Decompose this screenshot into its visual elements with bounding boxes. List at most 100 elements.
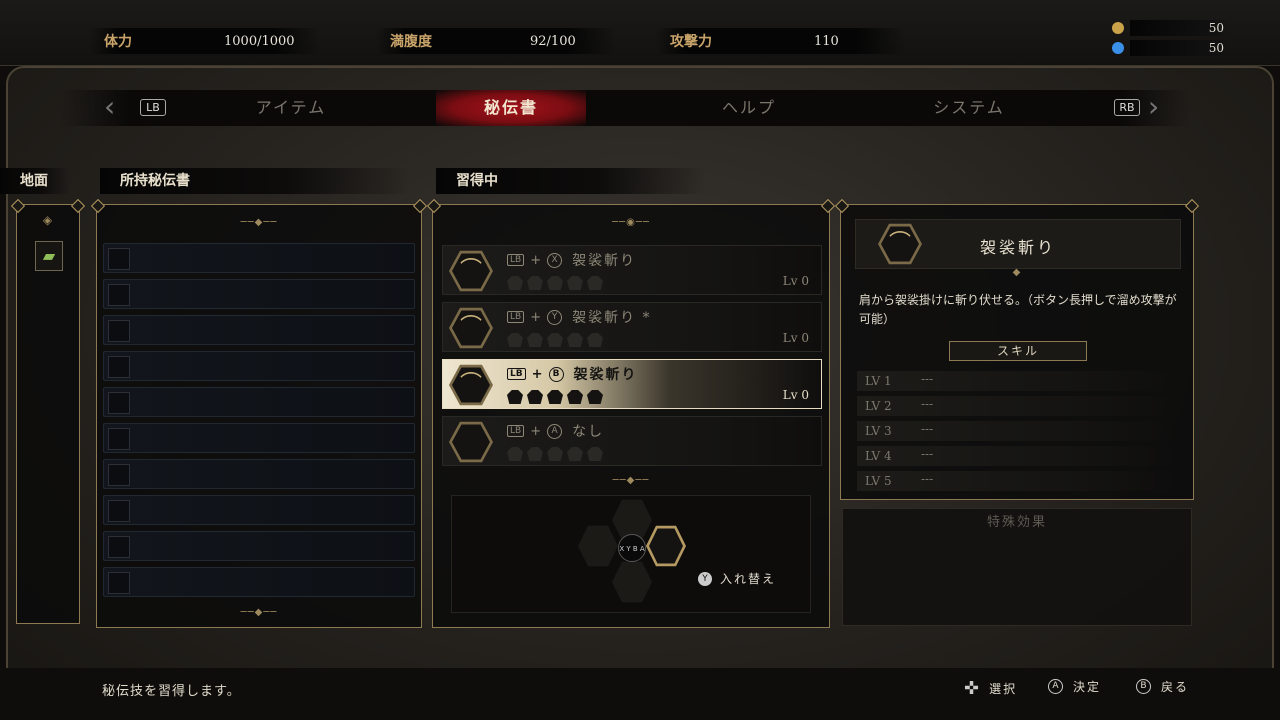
tab-help[interactable]: ヘルプ <box>674 90 824 126</box>
footer-bar: 秘伝技を習得します。 ✜ 選択 A 決定 B 戻る <box>0 668 1280 720</box>
face-buttons-icon: X Y B A <box>618 534 646 562</box>
bottom-ornament-icon: ──◆── <box>240 607 278 618</box>
gold-coin-icon <box>1112 22 1124 34</box>
select-label: 選択 <box>989 682 1018 696</box>
slot-hex-bottom[interactable] <box>612 561 652 603</box>
swap-label: 入れ替え <box>720 572 777 586</box>
spirit-currency: 50 <box>1112 40 1230 56</box>
back-label: 戻る <box>1161 680 1190 694</box>
detail-skill-name: 袈裟斬り <box>979 238 1056 257</box>
skill-name: 袈裟斬り <box>573 367 638 383</box>
b-button-icon: B <box>1136 679 1151 694</box>
plus-sign: + <box>530 309 542 325</box>
diamond-ornament-icon: ◈ <box>42 213 54 227</box>
learning-panel: ──◉── ⌒ LB + X 袈裟斬り Lv 0 ⌒ LB + Y 袈裟斬り * Lv 0 ⌒ LB + B 袈… <box>432 204 830 628</box>
skill-level-pips <box>507 390 603 404</box>
plus-sign: + <box>530 423 542 439</box>
owned-book-slot[interactable] <box>103 531 415 561</box>
select-hint: ✜ 選択 <box>964 678 1017 699</box>
status-bar: 体力 1000/1000 満腹度 92/100 攻撃力 110 50 50 <box>0 0 1280 66</box>
divider-ornament-icon: ──◆── <box>612 475 650 486</box>
slot-icon <box>108 356 130 378</box>
tab-bar: ‹ LB アイテム 秘伝書 ヘルプ システム RB › <box>60 90 1190 126</box>
slot-icon <box>108 536 130 558</box>
gold-value: 50 <box>1130 20 1230 36</box>
attack-label: 攻撃力 <box>670 34 712 50</box>
skill-level-row: LV 1 --- <box>857 371 1177 391</box>
plus-sign: + <box>531 366 543 382</box>
slot-icon <box>108 500 130 522</box>
skill-slot-icon <box>449 421 493 463</box>
ground-header: 地面 <box>0 168 70 194</box>
detail-title-box: ⌒ 袈裟斬り <box>855 219 1181 269</box>
level-label: LV 1 <box>865 374 892 388</box>
owned-book-slot[interactable] <box>103 423 415 453</box>
owned-books-panel: ──◆── ──◆── <box>96 204 422 628</box>
owned-book-slot[interactable] <box>103 495 415 525</box>
learning-skill-row[interactable]: ⌒ LB + B 袈裟斬り Lv 0 <box>442 359 822 409</box>
owned-book-slot[interactable] <box>103 351 415 381</box>
skill-level: Lv 0 <box>782 331 809 345</box>
level-label: LV 2 <box>865 399 892 413</box>
attack-value: 110 <box>814 33 839 49</box>
face-button-icon: B <box>548 366 564 382</box>
crest-ornament-icon: ──◉── <box>612 217 650 228</box>
skill-slot-icon: ⌒ <box>449 250 493 292</box>
rb-button-icon[interactable]: RB <box>1114 99 1140 116</box>
owned-book-slot[interactable] <box>103 279 415 309</box>
learning-skill-row[interactable]: ⌒ LB + X 袈裟斬り Lv 0 <box>442 245 822 295</box>
back-hint[interactable]: B 戻る <box>1136 678 1189 695</box>
hp-label: 体力 <box>104 34 132 50</box>
tab-system[interactable]: システム <box>894 90 1044 126</box>
confirm-hint[interactable]: A 決定 <box>1048 678 1101 695</box>
owned-book-slot[interactable] <box>103 243 415 273</box>
skill-level-row: LV 4 --- <box>857 446 1177 466</box>
learning-skill-row[interactable]: ⌒ LB + Y 袈裟斬り * Lv 0 <box>442 302 822 352</box>
gold-currency: 50 <box>1112 20 1230 36</box>
plus-sign: + <box>530 252 542 268</box>
lb-button-icon: LB <box>507 311 525 323</box>
owned-header: 所持秘伝書 <box>100 168 410 194</box>
level-value: --- <box>921 397 934 411</box>
special-effect-panel: 特殊効果 <box>842 508 1192 626</box>
spirit-orb-icon <box>1112 42 1124 54</box>
slot-hex-right-selected[interactable] <box>646 525 686 567</box>
level-value: --- <box>921 422 934 436</box>
slot-icon <box>108 284 130 306</box>
tab-items[interactable]: アイテム <box>216 90 366 126</box>
fullness-value: 92/100 <box>530 33 576 49</box>
fullness-stat: 満腹度 92/100 <box>376 28 616 54</box>
learning-skill-row[interactable]: LB + A なし <box>442 416 822 466</box>
hp-stat: 体力 1000/1000 <box>90 28 320 54</box>
face-button-icon: A <box>547 423 563 439</box>
face-button-icon: Y <box>547 309 563 325</box>
chevron-left-icon[interactable]: ‹ <box>104 90 115 124</box>
scroll-item-icon[interactable]: ▰ <box>35 241 63 271</box>
skill-description: 肩から袈裟掛けに斬り伏せる。（ボタン長押しで溜め攻撃が可能） <box>859 293 1177 326</box>
button-combo: LB + A なし <box>507 421 604 441</box>
button-combo: LB + B 袈裟斬り <box>507 364 638 384</box>
lb-button-icon[interactable]: LB <box>140 99 166 116</box>
owned-book-slot[interactable] <box>103 567 415 597</box>
chevron-right-icon[interactable]: › <box>1148 90 1159 124</box>
skill-level-row: LV 5 --- <box>857 471 1177 491</box>
level-label: LV 5 <box>865 474 892 488</box>
learning-header: 習得中 <box>436 168 706 194</box>
owned-book-slot[interactable] <box>103 387 415 417</box>
skill-name: 袈裟斬り <box>572 253 637 269</box>
lb-button-icon: LB <box>507 368 526 380</box>
slot-icon <box>108 464 130 486</box>
level-label: LV 4 <box>865 449 892 463</box>
skill-level-row: LV 2 --- <box>857 396 1177 416</box>
attack-stat: 攻撃力 110 <box>656 28 906 54</box>
owned-book-slot[interactable] <box>103 315 415 345</box>
lb-button-icon: LB <box>507 425 525 437</box>
skill-name: 袈裟斬り * <box>572 310 652 326</box>
slot-hex-left[interactable] <box>578 525 618 567</box>
owned-book-slot[interactable] <box>103 459 415 489</box>
hp-value: 1000/1000 <box>224 33 295 49</box>
tab-secret-books[interactable]: 秘伝書 <box>436 90 586 126</box>
swap-hint[interactable]: Y 入れ替え <box>698 570 776 587</box>
skill-level-pips <box>507 447 603 461</box>
button-combo: LB + Y 袈裟斬り * <box>507 307 652 327</box>
